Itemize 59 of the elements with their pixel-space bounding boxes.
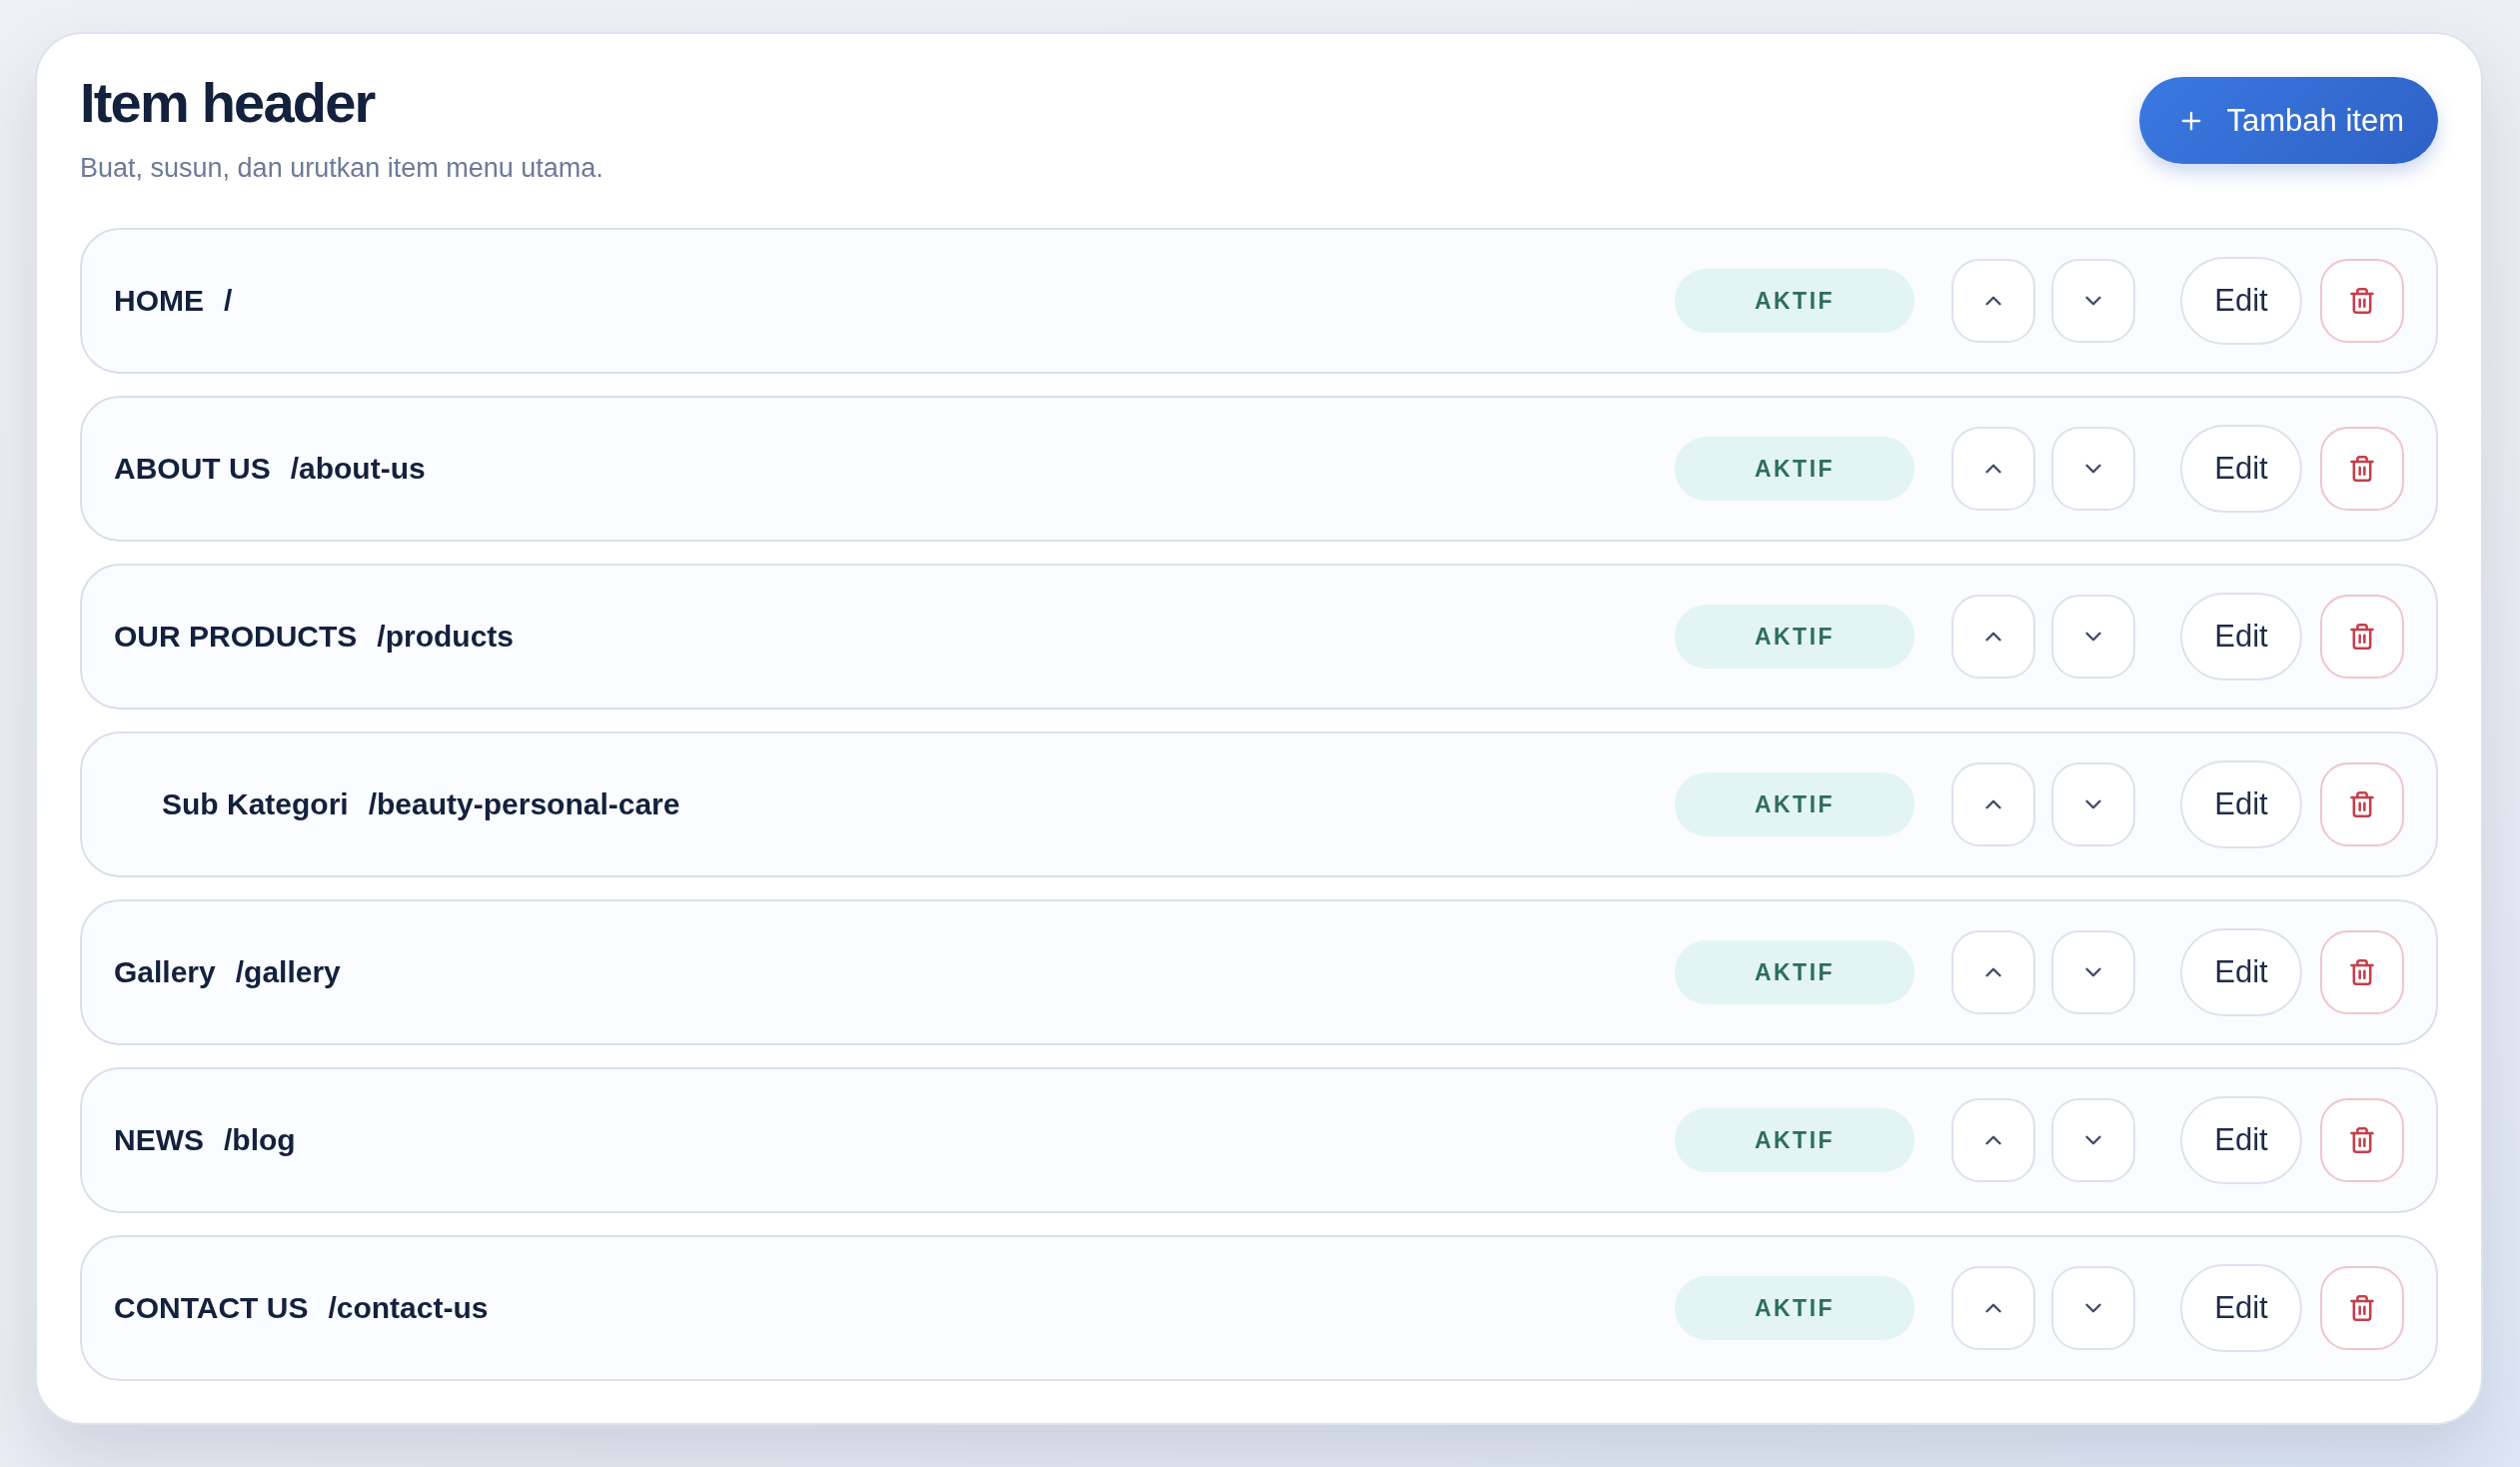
move-up-button[interactable]: [1951, 1266, 2035, 1350]
status-badge: AKTIF: [1675, 1276, 1914, 1340]
trash-icon: [2348, 623, 2376, 651]
move-up-button[interactable]: [1951, 259, 2035, 343]
move-down-button[interactable]: [2051, 930, 2135, 1014]
trash-icon: [2348, 790, 2376, 818]
status-badge: AKTIF: [1675, 1108, 1914, 1172]
status-badge: AKTIF: [1675, 940, 1914, 1004]
edit-button[interactable]: Edit: [2180, 1096, 2302, 1184]
delete-button[interactable]: [2320, 762, 2404, 846]
edit-button[interactable]: Edit: [2180, 257, 2302, 345]
item-path: /contact-us: [328, 1291, 489, 1325]
trash-icon: [2348, 1126, 2376, 1154]
item-path: /gallery: [235, 955, 341, 989]
move-down-button[interactable]: [2051, 1098, 2135, 1182]
delete-button[interactable]: [2320, 427, 2404, 511]
edit-button[interactable]: Edit: [2180, 1264, 2302, 1352]
delete-button[interactable]: [2320, 595, 2404, 679]
delete-button[interactable]: [2320, 259, 2404, 343]
delete-button[interactable]: [2320, 1266, 2404, 1350]
item-path: /beauty-personal-care: [368, 787, 680, 821]
move-down-button[interactable]: [2051, 595, 2135, 679]
move-up-button[interactable]: [1951, 762, 2035, 846]
item-path: /blog: [224, 1123, 296, 1157]
trash-icon: [2348, 455, 2376, 483]
page-subtitle: Buat, susun, dan urutkan item menu utama.: [80, 152, 604, 185]
trash-icon: [2348, 287, 2376, 315]
edit-button[interactable]: Edit: [2180, 760, 2302, 848]
edit-button[interactable]: Edit: [2180, 928, 2302, 1016]
move-down-button[interactable]: [2051, 427, 2135, 511]
item-name: HOME: [114, 284, 204, 318]
status-badge: AKTIF: [1675, 269, 1914, 333]
item-name: NEWS: [114, 1123, 204, 1157]
edit-button[interactable]: Edit: [2180, 425, 2302, 513]
edit-button[interactable]: Edit: [2180, 593, 2302, 681]
item-path: /: [224, 284, 233, 318]
page-title: Item header: [80, 72, 375, 134]
status-badge: AKTIF: [1675, 605, 1914, 669]
item-name: OUR PRODUCTS: [114, 620, 358, 654]
status-badge: AKTIF: [1675, 772, 1914, 836]
item-path: /products: [377, 620, 514, 654]
item-name: CONTACT US: [114, 1291, 309, 1325]
trash-icon: [2348, 958, 2376, 986]
move-down-button[interactable]: [2051, 1266, 2135, 1350]
move-down-button[interactable]: [2051, 762, 2135, 846]
move-up-button[interactable]: [1951, 1098, 2035, 1182]
move-up-button[interactable]: [1951, 930, 2035, 1014]
status-badge: AKTIF: [1675, 437, 1914, 501]
delete-button[interactable]: [2320, 1098, 2404, 1182]
move-up-button[interactable]: [1951, 595, 2035, 679]
item-path: /about-us: [290, 452, 426, 486]
item-name: Sub Kategori: [162, 787, 349, 821]
add-item-button[interactable]: Tambah item: [2138, 77, 2438, 164]
trash-icon: [2348, 1294, 2376, 1322]
item-name: ABOUT US: [114, 452, 271, 486]
delete-button[interactable]: [2320, 930, 2404, 1014]
item-name: Gallery: [114, 955, 216, 989]
move-up-button[interactable]: [1951, 427, 2035, 511]
move-down-button[interactable]: [2051, 259, 2135, 343]
